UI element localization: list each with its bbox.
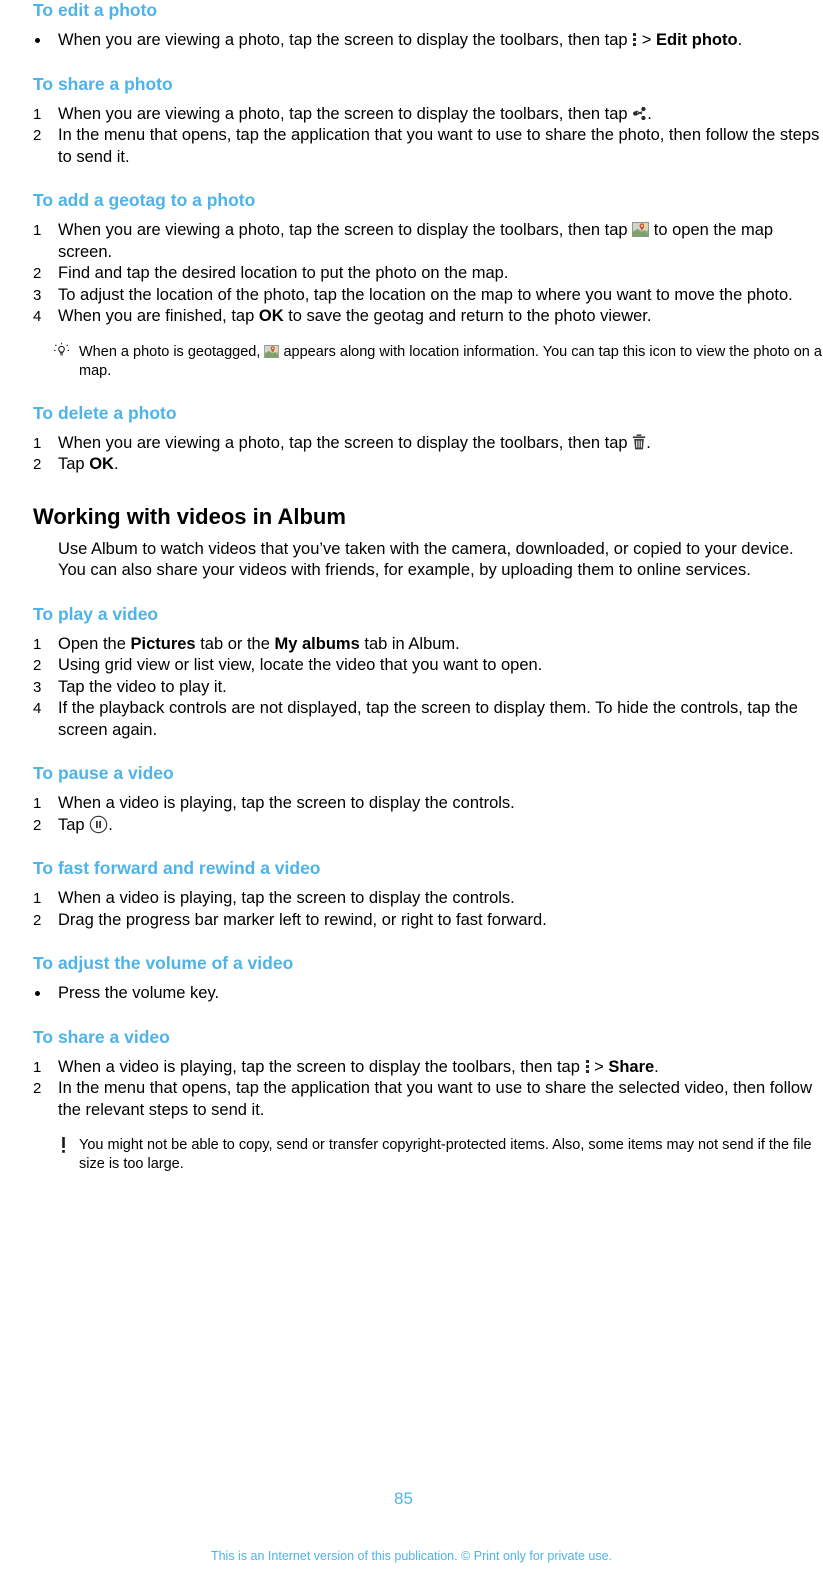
note-text: When a photo is geotagged, appears along… [79,343,822,379]
section-heading-share-photo: To share a photo [33,73,173,94]
chapter-title: Working with videos in Album [33,503,346,529]
list-item: 1 When you are viewing a photo, tap the s… [33,104,823,126]
tip-note: When a photo is geotagged, appears along… [33,342,823,381]
list-item: 2 Drag the progress bar marker left to re… [33,910,823,932]
list-number: 2 [33,456,42,473]
kebab-menu-icon [585,1059,590,1074]
section-heading-pause-video: To pause a video [33,763,174,783]
list-item-text: When a video is playing, tap the screen … [58,794,515,812]
list-number: 3 [33,678,42,696]
list-item: 1 When a video is playing, tap the screen… [33,888,823,910]
list-item: 2 In the menu that opens, tap the applica… [33,1078,823,1121]
exclamation-icon [60,1136,67,1159]
list-item: 4 If the playback controls are not displa… [33,698,823,741]
page-number: 85 [394,1489,413,1508]
list-item-text: Tap OK. [58,455,119,473]
section-heading-delete-photo: To delete a photo [33,402,177,423]
list-item: 2 In the menu that opens, tap the applica… [33,125,823,168]
list-item-text: Find and tap the desired location to put… [58,264,509,282]
list-item: When you are viewing a photo, tap the sc… [33,30,823,52]
emphasis-text: OK [258,307,284,325]
list-number: 2 [33,911,42,929]
list-number: 4 [33,308,42,325]
list-number: 1 [33,222,42,239]
list-item: 2 Find and tap the desired location to pu… [33,263,823,285]
list-item-text: When you are finished, tap OK to save th… [58,307,652,325]
list-number: 2 [33,1080,42,1097]
list-number: 2 [33,657,42,674]
document-page: To edit a photo When you are viewing a ph… [0,0,823,1590]
list-item-text: Press the volume key. [58,984,220,1002]
list-bullet [35,991,40,996]
list-item: 2 Using grid view or list view, locate th… [33,655,823,677]
list-number: 1 [33,890,42,907]
list-number: 1 [33,434,42,452]
pause-icon [89,815,108,834]
list-number: 1 [33,1058,42,1076]
lightbulb-icon [51,342,71,364]
list-item-text: When you are viewing a photo, tap the sc… [58,221,774,261]
list-item-text: If the playback controls are not display… [58,699,798,739]
list-number: 2 [33,265,42,282]
list-item: 2 Tap . [33,815,823,837]
list-item-text: Open the Pictures tab or the My albums t… [58,634,460,653]
list-item-text: When you are viewing a photo, tap the sc… [58,433,651,452]
list-number: 1 [33,635,42,653]
list-item: 3 To adjust the location of the photo, ta… [33,285,823,307]
exclamation-icon [53,1136,73,1159]
note-text: You might not be able to copy, send or t… [79,1137,812,1172]
list-item-text: When a video is playing, tap the screen … [58,1057,659,1076]
section-heading-edit-photo: To edit a photo [33,0,158,20]
list-bullet [35,38,40,43]
lightbulb-icon [53,342,70,364]
emphasis-text: My albums [274,634,360,653]
list-item-text: When a video is playing, tap the screen … [58,889,515,907]
list-item: 3 Tap the video to play it. [33,677,823,699]
section-heading-share-video: To share a video [33,1026,170,1047]
list-item-text: In the menu that opens, tap the applicat… [58,1079,812,1119]
list-item-text: When you are viewing a photo, tap the sc… [58,31,743,49]
emphasis-text: Pictures [130,634,196,653]
list-number: 2 [33,816,42,834]
list-item-text: When you are viewing a photo, tap the sc… [58,104,652,123]
emphasis-text: OK [89,455,114,473]
list-item: Press the volume key. [33,983,823,1005]
section-heading-geotag-photo: To add a geotag to a photo [33,190,256,210]
list-item: 1 When a video is playing, tap the screen… [33,1057,823,1079]
list-number: 1 [33,795,42,812]
list-item: 1 When you are viewing a photo, tap the s… [33,220,823,263]
map-pin-icon [264,344,280,358]
list-number: 1 [33,105,42,123]
list-item-text: In the menu that opens, tap the applicat… [58,126,820,166]
footer-disclaimer: This is an Internet version of this publ… [210,1549,613,1563]
list-item-text: Drag the progress bar marker left to rew… [58,910,547,929]
list-item-text: Tap the video to play it. [58,677,227,696]
kebab-menu-icon [632,32,637,47]
emphasis-text: Edit photo [656,31,738,49]
list-item: 4 When you are finished, tap OK to save t… [33,306,823,328]
trash-icon [632,433,646,450]
share-icon [632,106,647,121]
section-heading-fast-forward-rewind: To fast forward and rewind a video [33,858,321,878]
list-item-text: Using grid view or list view, locate the… [58,656,543,674]
list-item: 1 When you are viewing a photo, tap the s… [33,433,823,455]
warning-note: You might not be able to copy, send or t… [33,1136,823,1174]
chapter-intro: Use Album to watch videos that you’ve ta… [58,539,794,580]
list-number: 3 [33,286,42,304]
list-item-text: To adjust the location of the photo, tap… [58,285,793,304]
list-number: 2 [33,127,42,144]
list-item: 1 Open the Pictures tab or the My albums … [33,634,823,656]
list-item: 1 When a video is playing, tap the screen… [33,793,823,815]
list-number: 4 [33,700,42,717]
map-pin-icon [632,222,650,237]
list-item: 2 Tap OK. [33,454,823,476]
section-heading-adjust-volume: To adjust the volume of a video [33,953,294,973]
page-content: To edit a photo When you are viewing a ph… [33,0,823,1174]
section-heading-play-video: To play a video [33,603,159,624]
emphasis-text: Share [608,1057,655,1076]
list-item-text: Tap . [58,815,113,834]
